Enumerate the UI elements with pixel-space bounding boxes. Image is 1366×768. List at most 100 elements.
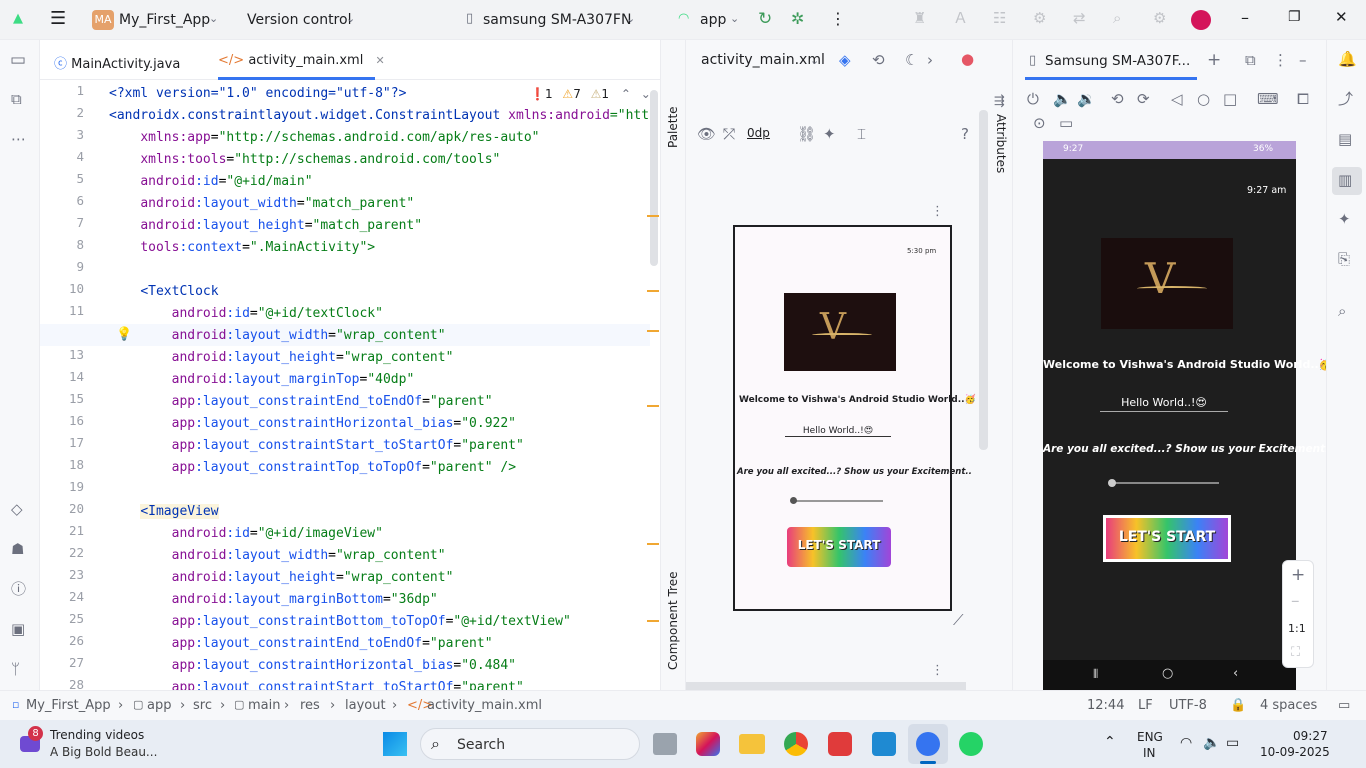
- close-icon[interactable]: ✕: [1335, 10, 1348, 25]
- overview-icon[interactable]: □: [1223, 92, 1237, 107]
- clear-constraints-icon[interactable]: ⛓: [797, 127, 816, 142]
- back-icon[interactable]: ‹: [1233, 666, 1238, 681]
- clock-time[interactable]: 09:27: [1293, 729, 1328, 743]
- code-line[interactable]: android:layout_height="wrap_content": [109, 347, 454, 369]
- app-inspection-icon[interactable]: ⌕: [1338, 304, 1346, 319]
- chevron-up-icon[interactable]: ⌃: [1104, 734, 1116, 750]
- code-line[interactable]: android:layout_width="match_parent": [109, 193, 414, 215]
- more-options-icon[interactable]: ⋮: [931, 664, 944, 677]
- project-badge[interactable]: MA: [92, 10, 114, 30]
- screenshot-icon[interactable]: ⊙: [1033, 116, 1046, 131]
- line-number[interactable]: 16: [48, 413, 84, 428]
- code-line[interactable]: app:layout_constraintHorizontal_bias="0.…: [109, 655, 516, 677]
- warning-marker[interactable]: [647, 330, 659, 332]
- task-view-icon[interactable]: [653, 733, 677, 755]
- volume-icon[interactable]: 🔈: [1203, 735, 1220, 751]
- line-separator[interactable]: LF: [1138, 698, 1153, 713]
- debug-icon[interactable]: ✲: [791, 11, 804, 27]
- code-line[interactable]: app:layout_constraintEnd_toEndOf="parent…: [109, 633, 493, 655]
- line-number[interactable]: 11: [48, 303, 84, 318]
- tab-activity-main-xml[interactable]: </> activity_main.xml ✕: [218, 40, 385, 80]
- preview-seekbar-thumb[interactable]: [790, 497, 797, 504]
- maximize-icon[interactable]: ❐: [1288, 10, 1301, 24]
- line-number[interactable]: 3: [48, 127, 84, 142]
- design-surface-icon[interactable]: ◈: [839, 53, 851, 68]
- device-start-image[interactable]: LET'S START: [1103, 515, 1231, 562]
- design-preview-phone[interactable]: 5:30 pm V Welcome to Vishwa's Android St…: [733, 225, 976, 611]
- warning-marker[interactable]: [647, 543, 659, 545]
- windows-start-icon[interactable]: [383, 732, 407, 756]
- line-number[interactable]: 9: [48, 259, 84, 274]
- chevron-up-icon[interactable]: ⌃: [621, 87, 631, 101]
- code-line[interactable]: android:layout_marginBottom="36dp": [109, 589, 438, 611]
- warning-marker[interactable]: [647, 620, 659, 622]
- search-icon[interactable]: ⌕: [1113, 11, 1121, 26]
- profiler-icon[interactable]: ♜: [913, 11, 926, 26]
- autoconnect-icon[interactable]: ⤱: [723, 127, 735, 142]
- palette-side-tab[interactable]: Palette: [664, 90, 684, 150]
- line-number[interactable]: 10: [48, 281, 84, 296]
- file-encoding[interactable]: UTF-8: [1169, 698, 1207, 713]
- warning-marker[interactable]: [647, 405, 659, 407]
- line-number[interactable]: 23: [48, 567, 84, 582]
- android-studio-active[interactable]: [908, 724, 948, 764]
- more-options-icon[interactable]: ⋮: [1273, 53, 1288, 68]
- language-line2[interactable]: IN: [1143, 746, 1156, 760]
- code-line[interactable]: android:id="@+id/main": [109, 171, 312, 193]
- lock-icon[interactable]: 🔒: [1230, 698, 1246, 713]
- code-line[interactable]: <androidx.constraintlayout.widget.Constr…: [109, 105, 649, 127]
- rotate-left-icon[interactable]: ⟲: [1111, 92, 1124, 107]
- design-h-scrollbar[interactable]: [686, 682, 966, 690]
- version-control-menu[interactable]: Version control: [247, 12, 351, 28]
- file-explorer-icon[interactable]: [739, 734, 765, 754]
- project-name[interactable]: My_First_App: [119, 12, 210, 28]
- code-line[interactable]: <ImageView: [109, 501, 219, 523]
- running-devices-icon[interactable]: ▥: [1338, 173, 1352, 188]
- line-number[interactable]: 17: [48, 435, 84, 450]
- volume-down-icon[interactable]: 🔉: [1077, 92, 1096, 107]
- terminal-icon[interactable]: ▣: [11, 622, 25, 637]
- device-explorer-icon[interactable]: ⎘: [1338, 252, 1350, 267]
- line-number[interactable]: 5: [48, 171, 84, 186]
- more-options-icon[interactable]: ⋮: [931, 205, 944, 218]
- guidelines-icon[interactable]: ⌶: [857, 127, 866, 142]
- taskbar-search[interactable]: ⌕ Search: [420, 728, 640, 760]
- zoom-out-icon[interactable]: –: [1291, 591, 1300, 611]
- device-frame-icon[interactable]: ⧠: [1297, 92, 1309, 107]
- clock-date[interactable]: 10-09-2025: [1260, 745, 1330, 759]
- view-options-icon[interactable]: 👁: [697, 127, 716, 142]
- breadcrumb-item[interactable]: src: [193, 698, 212, 713]
- code-line[interactable]: android:id="@+id/imageView": [109, 523, 383, 545]
- home-icon[interactable]: ○: [1162, 666, 1173, 681]
- line-number[interactable]: 7: [48, 215, 84, 230]
- notifications-icon[interactable]: 🔔: [1338, 52, 1357, 67]
- run-config-selector[interactable]: app: [700, 12, 726, 28]
- line-number[interactable]: 25: [48, 611, 84, 626]
- code-line[interactable]: app:layout_constraintHorizontal_bias="0.…: [109, 413, 516, 435]
- wps-icon[interactable]: [828, 732, 852, 756]
- gemini-icon[interactable]: ✦: [1338, 212, 1351, 227]
- breadcrumb-item[interactable]: My_First_App: [26, 698, 111, 713]
- code-line[interactable]: android:layout_width="wrap_content": [109, 545, 446, 567]
- breadcrumb-item[interactable]: main: [248, 698, 280, 713]
- main-menu-icon[interactable]: ☰: [50, 10, 66, 28]
- translate-icon[interactable]: Ａ: [953, 11, 968, 26]
- line-number[interactable]: 6: [48, 193, 84, 208]
- warning-marker[interactable]: [647, 215, 659, 217]
- chrome-icon[interactable]: [784, 732, 808, 756]
- code-line[interactable]: xmlns:app="http://schemas.android.com/ap…: [109, 127, 539, 149]
- code-line[interactable]: app:layout_constraintStart_toStartOf="pa…: [109, 435, 524, 457]
- add-device-icon[interactable]: +: [1207, 52, 1221, 69]
- zoom-actual-size[interactable]: 1:1: [1288, 622, 1306, 635]
- line-number[interactable]: 2: [48, 105, 84, 120]
- keyboard-icon[interactable]: ⌨: [1257, 92, 1279, 107]
- inspection-widget[interactable]: ❗1 ⚠7 ⚠1 ⌃ ⌄: [530, 87, 651, 101]
- line-number[interactable]: 1: [48, 83, 84, 98]
- orientation-icon[interactable]: ⟲: [872, 53, 885, 68]
- build-variants-icon[interactable]: ☷: [993, 11, 1006, 26]
- code-line[interactable]: app:layout_constraintEnd_toEndOf="parent…: [109, 391, 493, 413]
- component-tree-side-tab[interactable]: Component Tree: [664, 570, 684, 680]
- code-line[interactable]: tools:context=".MainActivity">: [109, 237, 375, 259]
- rerun-icon[interactable]: ↻: [758, 11, 772, 28]
- device-screen[interactable]: 9:27 36% 9:27 am V Welcome to Vishwa's A…: [1043, 141, 1333, 690]
